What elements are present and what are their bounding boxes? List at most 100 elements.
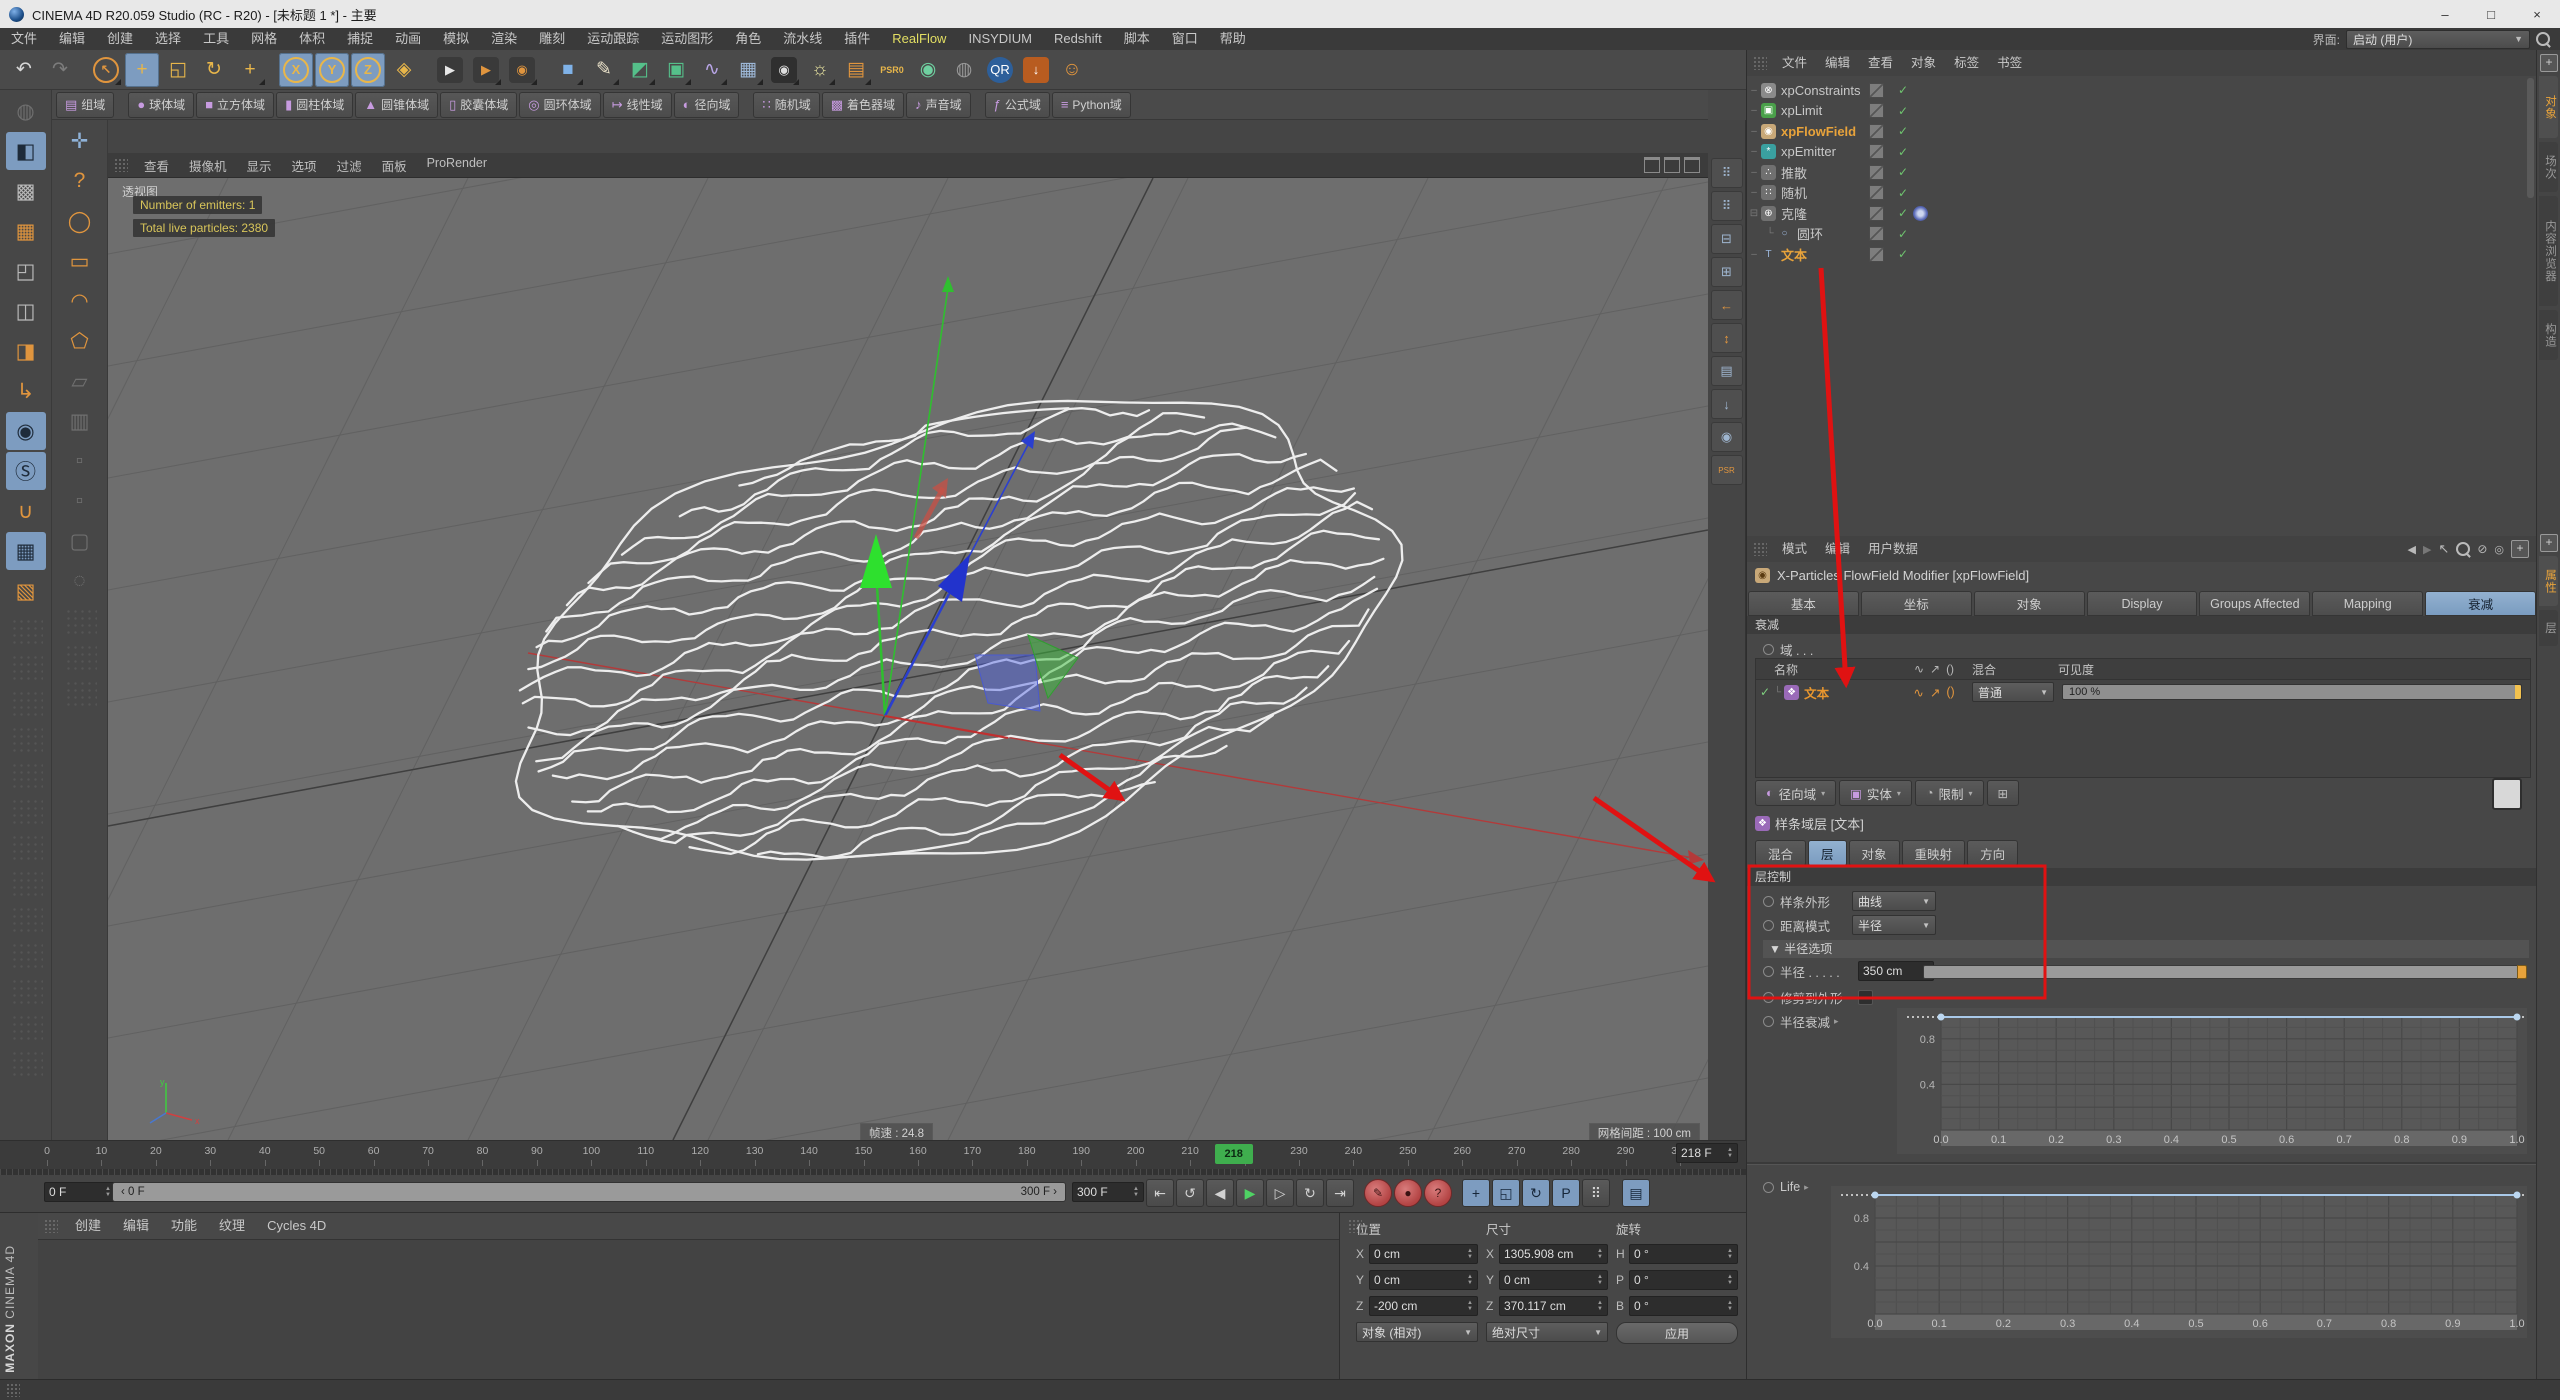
previous-key-button[interactable]: ↺ [1176, 1179, 1204, 1207]
next-frame-button[interactable]: ▷ [1266, 1179, 1294, 1207]
om-menu-对象[interactable]: 对象 [1902, 52, 1945, 74]
coord-field-旋转-P[interactable]: 0 ° ▲ ▼ [1629, 1270, 1738, 1290]
menu-Redshift[interactable]: Redshift [1043, 28, 1113, 50]
workplane-mode-icon[interactable]: ▦ [6, 212, 46, 250]
anim-dot-icon[interactable] [1763, 895, 1774, 907]
object-row-推散[interactable]: – ∴ 推散 ✓ [1747, 162, 2533, 182]
attribute-tab-衰减[interactable]: 衰减 [2425, 591, 2537, 616]
layer-toggle[interactable] [1869, 82, 1884, 98]
enabled-check-icon[interactable]: ✓ [1898, 104, 1908, 118]
render-view-icon[interactable]: ▶ [433, 53, 467, 87]
layer-tab-方向[interactable]: 方向 [1967, 840, 2019, 866]
coord-field-旋转-B[interactable]: 0 ° ▲ ▼ [1629, 1296, 1738, 1316]
object-row-克隆[interactable]: ⊟ ⊕ 克隆 ✓ [1747, 203, 2533, 223]
object-row-文本[interactable]: – T 文本 ✓ [1747, 244, 2533, 264]
menu-脚本[interactable]: 脚本 [1113, 28, 1161, 50]
dock-tool-8-icon[interactable]: ◉ [1710, 422, 1743, 452]
goto-start-button[interactable]: ⇤ [1146, 1179, 1174, 1207]
menu-帮助[interactable]: 帮助 [1209, 28, 1257, 50]
current-frame-marker[interactable]: 218 [1214, 1144, 1253, 1164]
menu-编辑[interactable]: 编辑 [48, 28, 96, 50]
dock-tool-2-icon[interactable]: ⊟ [1710, 224, 1743, 254]
enabled-check-icon[interactable]: ✓ [1898, 247, 1908, 261]
add-limit-button[interactable]: ◔ 限制 ▾ [1914, 780, 1984, 806]
menu-工具[interactable]: 工具 [192, 28, 240, 50]
menu-创建[interactable]: 创建 [96, 28, 144, 50]
lock-z-axis-icon[interactable]: Z [351, 52, 385, 87]
menu-文件[interactable]: 文件 [0, 28, 48, 50]
field-button-组域[interactable]: ▤ 组域 [56, 91, 115, 118]
panel-tab-属性[interactable]: 属性 [2539, 556, 2558, 606]
add-subdivision-surface-icon[interactable]: ◩ [623, 53, 657, 87]
rotate-tool-icon[interactable]: ↻ [197, 53, 231, 87]
material-menu-功能[interactable]: 功能 [160, 1215, 208, 1237]
distance-mode-dropdown[interactable]: 半径 ▼ [1852, 915, 1936, 935]
add-bend-deformer-icon[interactable]: ∿ [695, 53, 729, 87]
key-scale-button[interactable]: ◱ [1492, 1179, 1520, 1207]
direction-icon[interactable]: ↗ [1930, 685, 1940, 700]
viewport-menu-选项[interactable]: 选项 [282, 156, 327, 175]
menu-网格[interactable]: 网格 [240, 28, 288, 50]
search-icon[interactable] [2456, 542, 2471, 556]
add-light-icon[interactable]: ☼ [803, 53, 837, 87]
layer-toggle[interactable] [1869, 185, 1884, 200]
render-settings-icon[interactable]: ◉ [505, 53, 539, 87]
om-menu-查看[interactable]: 查看 [1859, 52, 1902, 74]
dock-tool-4-icon[interactable]: ← [1710, 290, 1743, 320]
field-button-着色器域[interactable]: ▩ 着色器域 [821, 91, 905, 118]
disabled-tool-2-icon[interactable]: ▥ [60, 402, 100, 440]
add-spline-pen-icon[interactable]: ✎ [587, 53, 621, 87]
rectangle-selection-tool-icon[interactable]: ▭ [60, 242, 100, 280]
material-menu-纹理[interactable]: 纹理 [208, 1215, 256, 1237]
coord-dropdown-绝对尺寸[interactable]: 绝对尺寸 ▼ [1486, 1322, 1608, 1342]
current-frame-field[interactable]: 218 F ▲ ▼ [1676, 1143, 1738, 1163]
enable-snap-icon[interactable]: ∪ [6, 492, 46, 530]
disabled-tool-1-icon[interactable]: ▱ [60, 362, 100, 400]
layer-toggle[interactable] [1869, 226, 1884, 241]
key-position-button[interactable]: + [1462, 1179, 1490, 1207]
attribute-tab-基本[interactable]: 基本 [1748, 591, 1859, 616]
coord-dropdown-对象 (相对)[interactable]: 对象 (相对) ▼ [1356, 1322, 1478, 1342]
anim-dot-icon[interactable] [1763, 991, 1774, 1003]
keyframe-selection-button[interactable]: ▤ [1622, 1179, 1650, 1207]
lock-icon[interactable]: ⊘ [2477, 542, 2487, 556]
material-menu-编辑[interactable]: 编辑 [112, 1215, 160, 1237]
layer-tab-重映射[interactable]: 重映射 [1901, 840, 1966, 866]
expand-icon[interactable]: ▸ [1834, 1016, 1839, 1027]
field-row-text[interactable]: ✓ └ ❖ 文本 ∿ ↗() 普通 ▼ 100 % [1756, 680, 2530, 704]
commander-icon[interactable]: ? [60, 162, 100, 200]
viewport-layout-icon[interactable] [1644, 157, 1660, 173]
dock-tool-7-icon[interactable]: ↓ [1710, 389, 1743, 419]
psr-zero-icon[interactable]: PSR0 [875, 53, 909, 87]
coord-field-位置-X[interactable]: 0 cm ▲ ▼ [1369, 1244, 1478, 1264]
object-axis-mode-icon[interactable]: ↳ [6, 372, 46, 410]
timeline-ruler[interactable]: 0 10 20 30 40 50 60 70 80 90 100 110 120 130 140 150 160… [0, 1141, 1746, 1170]
menu-动画[interactable]: 动画 [384, 28, 432, 50]
polygon-selection-tool-icon[interactable]: ⬠ [60, 322, 100, 360]
polygons-mode-icon[interactable]: ◨ [6, 332, 46, 370]
field-button-圆锥体域[interactable]: ▲ 圆锥体域 [355, 91, 439, 118]
live-selection-icon[interactable]: ↖ [89, 53, 123, 87]
coord-field-尺寸-Y[interactable]: 0 cm ▲ ▼ [1499, 1270, 1608, 1290]
render-active-view-icon[interactable]: ◍ [6, 92, 46, 130]
drop-to-floor-icon[interactable]: ↓ [1019, 53, 1053, 87]
record-keyframe-button[interactable]: ✎ [1364, 1179, 1392, 1207]
material-menu-创建[interactable]: 创建 [64, 1215, 112, 1237]
soft-selection-icon[interactable]: Ⓢ [5, 452, 46, 490]
model-mode-icon[interactable]: ◧ [5, 132, 46, 170]
dock-tool-5-icon[interactable]: ↕ [1710, 323, 1743, 353]
panel-tab-构造[interactable]: 构造 [2539, 310, 2558, 360]
curve-icon[interactable]: ∿ [1913, 685, 1923, 700]
coord-field-尺寸-X[interactable]: 1305.908 cm ▲ ▼ [1499, 1244, 1608, 1264]
menu-插件[interactable]: 插件 [833, 28, 881, 50]
menu-窗口[interactable]: 窗口 [1161, 28, 1209, 50]
lock-x-axis-icon[interactable]: X [279, 52, 313, 87]
enabled-check-icon[interactable]: ✓ [1898, 227, 1908, 241]
object-row-xpEmitter[interactable]: – * xpEmitter ✓ [1747, 142, 2533, 162]
viewport-menu-icon[interactable] [1684, 157, 1700, 173]
menu-模拟[interactable]: 模拟 [432, 28, 480, 50]
field-button-Python域[interactable]: ≡ Python域 [1051, 91, 1131, 118]
field-button-圆柱体域[interactable]: ▮ 圆柱体域 [276, 91, 354, 118]
enabled-check-icon[interactable]: ✓ [1898, 186, 1908, 200]
anim-dot-icon[interactable] [1763, 1181, 1774, 1193]
